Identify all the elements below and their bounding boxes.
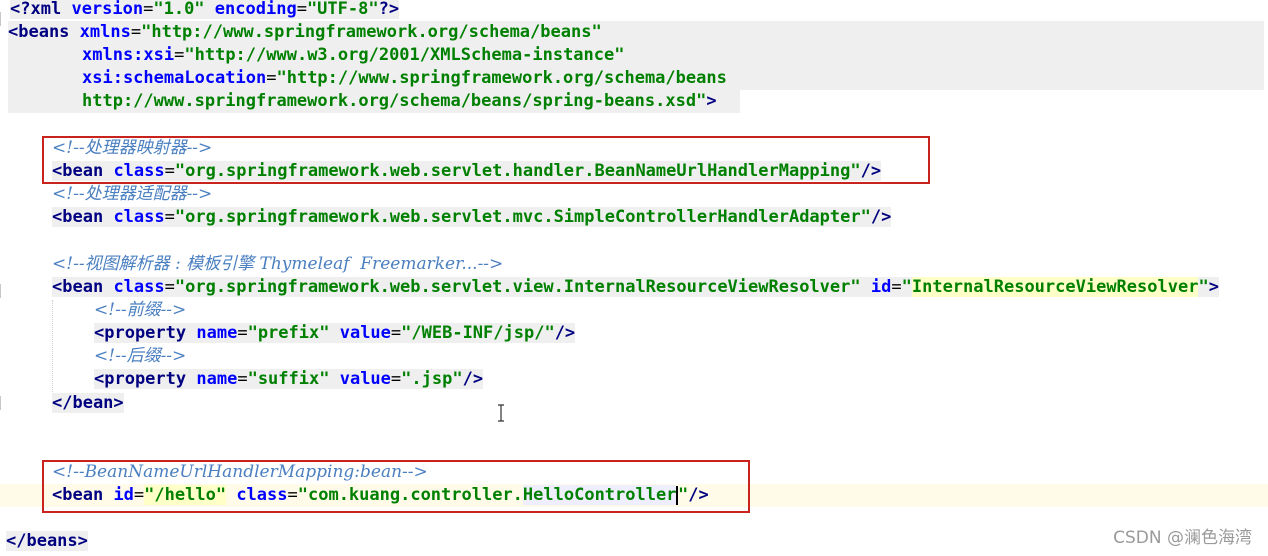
code-line-bean-view-resolver[interactable]: <bean class="org.springframework.web.ser… [52, 276, 1219, 299]
fold-marker[interactable] [0, 284, 7, 298]
code-line-schema-location-2[interactable]: http://www.springframework.org/schema/be… [8, 90, 740, 113]
csdn-watermark: CSDN @澜色海湾 [1113, 528, 1252, 548]
code-editor[interactable]: <?xml version="1.0" encoding="UTF-8"?> <… [0, 0, 1268, 556]
code-line-beans-close[interactable]: </beans> [6, 530, 88, 553]
indent-guide [52, 300, 53, 396]
code-line-property-prefix[interactable]: <property name="prefix" value="/WEB-INF/… [94, 322, 576, 345]
text-cursor-icon [498, 404, 504, 422]
code-line-bean-close[interactable]: </bean> [52, 392, 124, 415]
code-line-beans-open[interactable]: <beans xmlns="http://www.springframework… [8, 21, 1264, 44]
comment-handler-adapter[interactable]: <!--处理器适配器--> [52, 183, 212, 206]
fold-marker[interactable] [0, 12, 7, 26]
code-line-xmlns-xsi[interactable]: xmlns:xsi="http://www.w3.org/2001/XMLSch… [8, 44, 1264, 67]
code-line-xml-declaration[interactable]: <?xml version="1.0" encoding="UTF-8"?> [10, 0, 400, 21]
code-line-bean-handler-adapter[interactable]: <bean class="org.springframework.web.ser… [52, 206, 892, 229]
code-line-property-suffix[interactable]: <property name="suffix" value=".jsp"/> [94, 368, 484, 391]
annotation-box-hello-bean [42, 460, 750, 513]
fold-marker[interactable] [0, 396, 7, 410]
comment-suffix[interactable]: <!--后缀--> [94, 345, 186, 368]
code-line-schema-location[interactable]: xsi:schemaLocation="http://www.springfra… [8, 67, 1264, 90]
comment-prefix[interactable]: <!--前缀--> [94, 299, 186, 322]
annotation-box-handler-mapping [42, 136, 930, 184]
comment-view-resolver[interactable]: <!--视图解析器 : 模板引擎 Thymeleaf Freemarker...… [52, 253, 503, 276]
